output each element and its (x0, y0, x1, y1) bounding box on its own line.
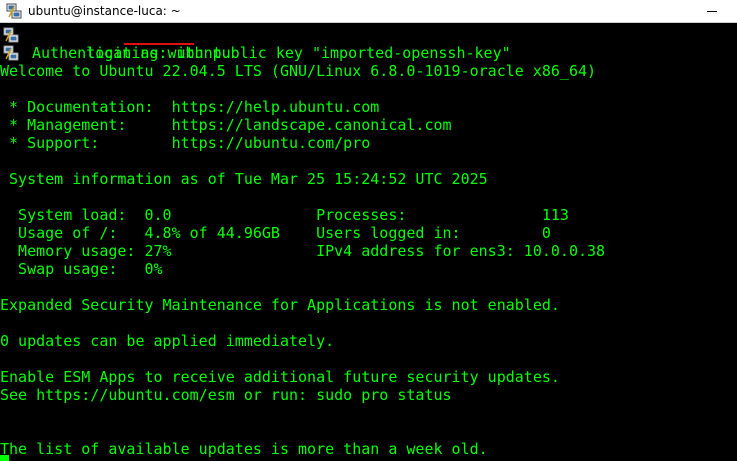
terminal-line: * Management: https://landscape.canonica… (0, 116, 452, 134)
terminal-line: System load: 0.0 Processes: 113 (0, 206, 569, 224)
terminal-line: The list of available updates is more th… (0, 440, 488, 458)
putty-window: ubuntu@instance-luca: ~ login as: ubuntu… (0, 0, 737, 461)
terminal-line: Enable ESM Apps to receive additional fu… (0, 368, 560, 386)
terminal-line: Welcome to Ubuntu 22.04.5 LTS (GNU/Linux… (0, 62, 597, 80)
terminal-line: Expanded Security Maintenance for Applic… (0, 296, 560, 314)
title-bar[interactable]: ubuntu@instance-luca: ~ (0, 0, 737, 23)
window-title: ubuntu@instance-luca: ~ (28, 4, 181, 18)
terminal-area[interactable]: login as: ubuntu Authenticating with pub… (0, 26, 737, 461)
terminal-line: Usage of /: 4.8% of 44.96GB Users logged… (0, 224, 551, 242)
terminal-line: Swap usage: 0% (0, 260, 163, 278)
auth-line: Authenticating with public key "imported… (32, 44, 511, 62)
terminal-line: See https://ubuntu.com/esm or run: sudo … (0, 386, 452, 404)
login-line: login as: ubuntu (32, 26, 231, 62)
terminal-line: 0 updates can be applied immediately. (0, 332, 335, 350)
terminal-line: * Documentation: https://help.ubuntu.com (0, 98, 380, 116)
terminal-line: * Support: https://ubuntu.com/pro (0, 134, 371, 152)
terminal-line: System information as of Tue Mar 25 15:2… (0, 170, 488, 188)
terminal-cursor (0, 455, 9, 461)
putty-icon (3, 45, 19, 61)
putty-icon (3, 27, 19, 43)
minimize-icon[interactable] (705, 5, 719, 17)
terminal-line: Memory usage: 27% IPv4 address for ens3:… (0, 242, 606, 260)
putty-icon[interactable] (6, 3, 22, 19)
